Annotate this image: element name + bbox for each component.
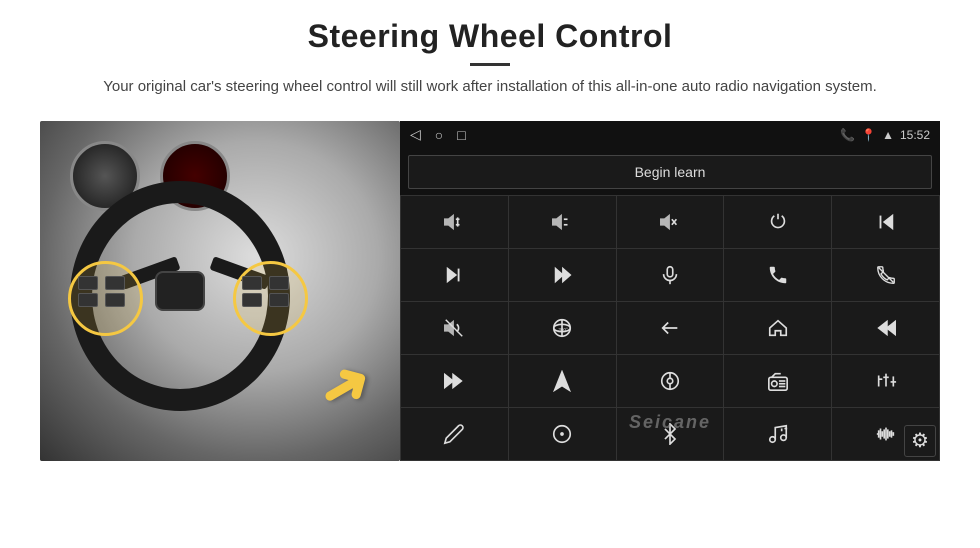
home-button[interactable] xyxy=(724,302,831,354)
sw-btn-1 xyxy=(78,276,98,290)
svg-text:360°: 360° xyxy=(559,326,569,331)
page-wrapper: Steering Wheel Control Your original car… xyxy=(0,0,980,548)
back-button[interactable] xyxy=(617,302,724,354)
location-icon: 📍 xyxy=(861,128,876,142)
status-nav-icons: ◁ ○ □ xyxy=(410,126,466,143)
page-title: Steering Wheel Control xyxy=(40,18,940,55)
content-area: ➜ ◁ ○ □ 📞 📍 ▲ 15:52 Begin learn xyxy=(40,121,940,461)
next-button[interactable] xyxy=(401,249,508,301)
title-divider xyxy=(470,63,510,66)
sw-btn-7 xyxy=(242,293,262,307)
prev-track-button[interactable] xyxy=(832,196,939,248)
home-nav-icon[interactable]: ○ xyxy=(435,127,443,143)
sw-btn-6 xyxy=(269,276,289,290)
steering-wheel-image: ➜ xyxy=(40,121,400,461)
rewind-button[interactable] xyxy=(832,302,939,354)
power-button[interactable] xyxy=(724,196,831,248)
sw-btn-4 xyxy=(105,293,125,307)
wifi-icon: ▲ xyxy=(882,128,894,142)
gear-settings-button[interactable]: ⚙ xyxy=(904,425,936,457)
navigate-button[interactable] xyxy=(509,355,616,407)
hu-controls-wrapper: 360° xyxy=(400,195,940,461)
begin-learn-button[interactable]: Begin learn xyxy=(408,155,932,189)
sw-btn-8 xyxy=(269,293,289,307)
speaker-button[interactable] xyxy=(401,302,508,354)
status-right-icons: 📞 📍 ▲ 15:52 xyxy=(840,128,930,142)
pen-button[interactable] xyxy=(401,408,508,460)
status-time: 15:52 xyxy=(900,128,930,142)
source-button[interactable] xyxy=(617,355,724,407)
back-nav-icon[interactable]: ◁ xyxy=(410,126,421,143)
subtitle: Your original car's steering wheel contr… xyxy=(100,76,880,99)
radio-button[interactable] xyxy=(724,355,831,407)
hu-panel: ◁ ○ □ 📞 📍 ▲ 15:52 Begin learn xyxy=(400,121,940,461)
vol-down-button[interactable] xyxy=(509,196,616,248)
sw-btn-2 xyxy=(105,276,125,290)
wheel-buttons-left xyxy=(78,276,128,307)
sw-btn-3 xyxy=(78,293,98,307)
wheel-buttons-right xyxy=(242,276,292,307)
status-bar: ◁ ○ □ 📞 📍 ▲ 15:52 xyxy=(400,121,940,149)
music-settings-button[interactable] xyxy=(724,408,831,460)
hangup-button[interactable] xyxy=(832,249,939,301)
phone-button[interactable] xyxy=(724,249,831,301)
mute-button[interactable] xyxy=(617,196,724,248)
wheel-hub xyxy=(155,271,205,311)
phone-icon: 📞 xyxy=(840,128,855,142)
sw-btn-5 xyxy=(242,276,262,290)
equalizer-button[interactable] xyxy=(832,355,939,407)
settings-dot-button[interactable] xyxy=(509,408,616,460)
recent-nav-icon[interactable]: □ xyxy=(457,127,465,143)
mic-button[interactable] xyxy=(617,249,724,301)
title-section: Steering Wheel Control Your original car… xyxy=(40,18,940,99)
fast-fwd-button[interactable] xyxy=(401,355,508,407)
camera-360-button[interactable]: 360° xyxy=(509,302,616,354)
icon-grid: 360° xyxy=(400,195,940,461)
bluetooth-button[interactable] xyxy=(617,408,724,460)
begin-learn-row: Begin learn xyxy=(400,149,940,195)
vol-up-button[interactable] xyxy=(401,196,508,248)
skip-fwd-button[interactable] xyxy=(509,249,616,301)
